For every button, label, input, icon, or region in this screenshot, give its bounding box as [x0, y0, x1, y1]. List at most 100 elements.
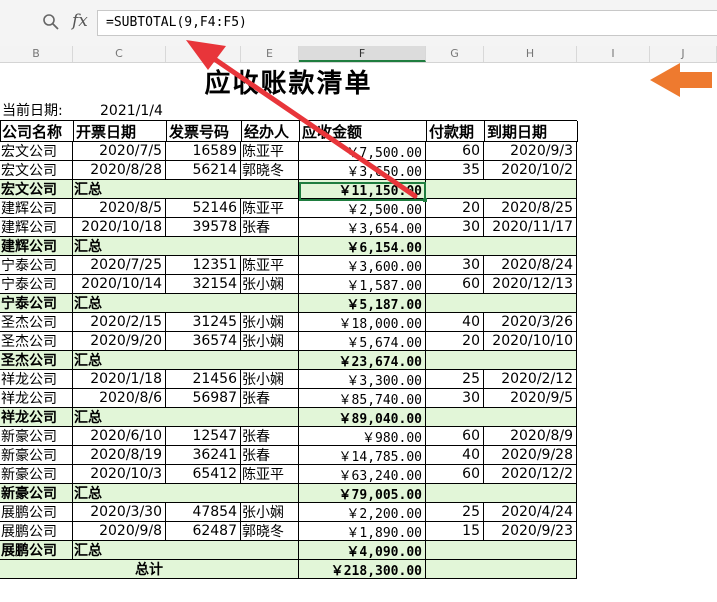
- subtotal-empty[interactable]: [426, 484, 577, 503]
- cell-date[interactable]: 2020/8/5: [73, 199, 166, 218]
- subtotal-empty[interactable]: [426, 351, 577, 370]
- cell-term[interactable]: 30: [426, 256, 484, 275]
- cell-term[interactable]: 35: [426, 161, 484, 180]
- cell-handler[interactable]: 张小娴: [241, 313, 299, 332]
- cell-invoice[interactable]: 16589: [166, 142, 241, 161]
- cell-due[interactable]: 2020/9/5: [484, 389, 577, 408]
- cell-invoice[interactable]: 56987: [166, 389, 241, 408]
- cell-amount[interactable]: ￥3,654.00: [299, 218, 426, 237]
- cell-handler[interactable]: 张小娴: [241, 332, 299, 351]
- subtotal-label[interactable]: 汇总: [73, 484, 299, 503]
- column-header-c[interactable]: C: [73, 46, 166, 62]
- cell-invoice[interactable]: 32154: [166, 275, 241, 294]
- subtotal-company[interactable]: 宁泰公司: [0, 294, 73, 313]
- cell-amount[interactable]: ￥1,587.00: [299, 275, 426, 294]
- subtotal-amount[interactable]: ￥79,005.00: [299, 484, 426, 503]
- cell-company[interactable]: 宏文公司: [0, 161, 73, 180]
- cell-date[interactable]: 2020/10/3: [73, 465, 166, 484]
- cell-invoice[interactable]: 12547: [166, 427, 241, 446]
- cell-amount[interactable]: ￥63,240.00: [299, 465, 426, 484]
- cell-term[interactable]: 60: [426, 275, 484, 294]
- cell-due[interactable]: 2020/9/23: [484, 522, 577, 541]
- cell-handler[interactable]: 张春: [241, 427, 299, 446]
- subtotal-empty[interactable]: [426, 180, 577, 199]
- date-value[interactable]: 2021/1/4: [100, 102, 163, 121]
- cell-date[interactable]: 2020/1/18: [73, 370, 166, 389]
- subtotal-empty[interactable]: [426, 294, 577, 313]
- cell-date[interactable]: 2020/3/30: [73, 503, 166, 522]
- header-invoice-date[interactable]: 开票日期: [74, 121, 167, 142]
- column-header-h[interactable]: H: [484, 46, 577, 62]
- header-amount[interactable]: 应收金额: [300, 121, 427, 142]
- cell-date[interactable]: 2020/8/28: [73, 161, 166, 180]
- cell-company[interactable]: 祥龙公司: [0, 389, 73, 408]
- cell-invoice[interactable]: 52146: [166, 199, 241, 218]
- cell-company[interactable]: 展鹏公司: [0, 522, 73, 541]
- subtotal-company[interactable]: 新豪公司: [0, 484, 73, 503]
- cell-handler[interactable]: 陈亚平: [241, 465, 299, 484]
- cell-due[interactable]: 2020/10/10: [484, 332, 577, 351]
- cell-date[interactable]: 2020/2/15: [73, 313, 166, 332]
- subtotal-amount[interactable]: ￥6,154.00: [299, 237, 426, 256]
- cell-amount[interactable]: ￥980.00: [299, 427, 426, 446]
- cell-handler[interactable]: 张小娴: [241, 370, 299, 389]
- subtotal-empty[interactable]: [426, 237, 577, 256]
- cell-due[interactable]: 2020/4/24: [484, 503, 577, 522]
- cell-handler[interactable]: 张小娴: [241, 503, 299, 522]
- header-term[interactable]: 付款期: [427, 121, 485, 142]
- cell-company[interactable]: 圣杰公司: [0, 332, 73, 351]
- total-amount[interactable]: ￥218,300.00: [299, 560, 426, 579]
- cell-company[interactable]: 宁泰公司: [0, 256, 73, 275]
- cell-date[interactable]: 2020/7/5: [73, 142, 166, 161]
- subtotal-company[interactable]: 圣杰公司: [0, 351, 73, 370]
- cell-date[interactable]: 2020/8/6: [73, 389, 166, 408]
- cell-amount[interactable]: ￥14,785.00: [299, 446, 426, 465]
- subtotal-company[interactable]: 祥龙公司: [0, 408, 73, 427]
- column-header-f[interactable]: F: [299, 46, 426, 62]
- cell-due[interactable]: 2020/3/26: [484, 313, 577, 332]
- subtotal-label[interactable]: 汇总: [73, 408, 299, 427]
- cell-invoice[interactable]: 65412: [166, 465, 241, 484]
- subtotal-company[interactable]: 建辉公司: [0, 237, 73, 256]
- cell-company[interactable]: 建辉公司: [0, 218, 73, 237]
- cell-term[interactable]: 60: [426, 465, 484, 484]
- cell-amount[interactable]: ￥2,500.00: [299, 199, 426, 218]
- cell-handler[interactable]: 张小娴: [241, 275, 299, 294]
- cell-date[interactable]: 2020/10/18: [73, 218, 166, 237]
- column-header-j[interactable]: J: [650, 46, 717, 62]
- cell-due[interactable]: 2020/9/3: [484, 142, 577, 161]
- cell-due[interactable]: 2020/2/12: [484, 370, 577, 389]
- cell-amount[interactable]: ￥3,600.00: [299, 256, 426, 275]
- cell-amount[interactable]: ￥1,890.00: [299, 522, 426, 541]
- cell-due[interactable]: 2020/9/28: [484, 446, 577, 465]
- cell-term[interactable]: 40: [426, 446, 484, 465]
- cell-term[interactable]: 20: [426, 332, 484, 351]
- cell-amount[interactable]: ￥5,674.00: [299, 332, 426, 351]
- cell-handler[interactable]: 陈亚平: [241, 142, 299, 161]
- header-due-date[interactable]: 到期日期: [485, 121, 578, 142]
- cell-handler[interactable]: 郭晓冬: [241, 522, 299, 541]
- cell-date[interactable]: 2020/9/8: [73, 522, 166, 541]
- cell-term[interactable]: 30: [426, 389, 484, 408]
- cell-due[interactable]: 2020/8/25: [484, 199, 577, 218]
- cell-term[interactable]: 25: [426, 503, 484, 522]
- cell-invoice[interactable]: 31245: [166, 313, 241, 332]
- subtotal-amount[interactable]: ￥23,674.00: [299, 351, 426, 370]
- subtotal-label[interactable]: 汇总: [73, 237, 299, 256]
- cell-company[interactable]: 展鹏公司: [0, 503, 73, 522]
- cell-due[interactable]: 2020/12/13: [484, 275, 577, 294]
- cell-handler[interactable]: 陈亚平: [241, 199, 299, 218]
- cell-amount[interactable]: ￥2,200.00: [299, 503, 426, 522]
- cell-invoice[interactable]: 39578: [166, 218, 241, 237]
- cell-company[interactable]: 宏文公司: [0, 142, 73, 161]
- column-header-i[interactable]: I: [577, 46, 650, 62]
- cell-handler[interactable]: 郭晓冬: [241, 161, 299, 180]
- date-label[interactable]: 当前日期:: [2, 102, 63, 121]
- cell-amount[interactable]: ￥3,300.00: [299, 370, 426, 389]
- cell-company[interactable]: 新豪公司: [0, 446, 73, 465]
- subtotal-amount[interactable]: ￥4,090.00: [299, 541, 426, 560]
- cell-due[interactable]: 2020/10/2: [484, 161, 577, 180]
- cell-term[interactable]: 20: [426, 199, 484, 218]
- subtotal-empty[interactable]: [426, 541, 577, 560]
- subtotal-label[interactable]: 汇总: [73, 294, 299, 313]
